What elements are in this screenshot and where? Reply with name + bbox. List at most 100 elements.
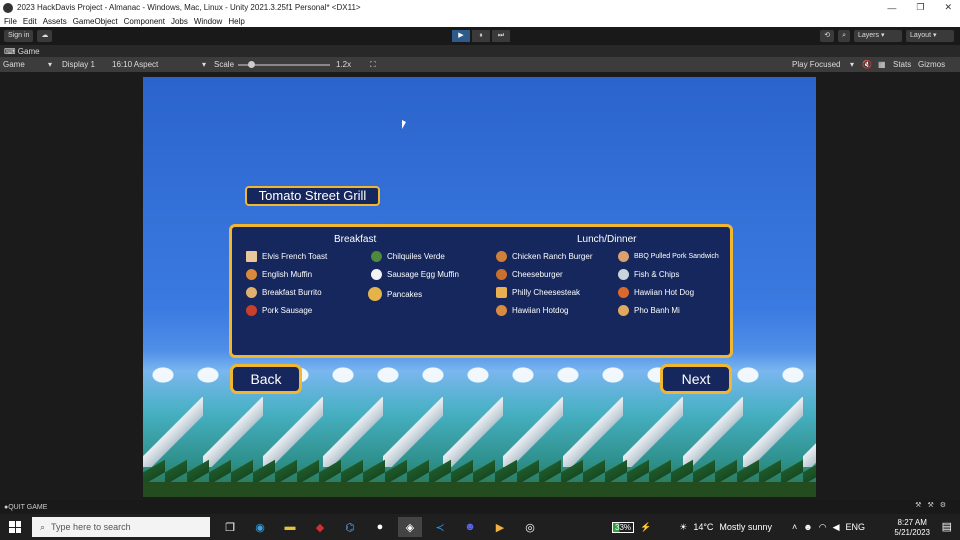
menu-assets[interactable]: Assets bbox=[43, 17, 67, 26]
clock-date: 5/21/2023 bbox=[894, 528, 930, 537]
menu-item[interactable]: English Muffin bbox=[246, 269, 312, 280]
menu-item[interactable]: Cheeseburger bbox=[496, 269, 563, 280]
mcafee-icon[interactable]: ◆ bbox=[308, 517, 332, 537]
banh-mi-icon bbox=[618, 305, 629, 316]
volume-icon[interactable]: ◀ bbox=[833, 522, 840, 533]
cloud-icon[interactable]: ☁ bbox=[37, 30, 53, 42]
menu-item[interactable]: Fish & Chips bbox=[618, 269, 679, 280]
taskbar-search[interactable]: ⌕ Type here to search bbox=[32, 517, 210, 537]
search-placeholder: Type here to search bbox=[51, 522, 131, 532]
menu-item[interactable]: Pho Banh Mi bbox=[618, 305, 680, 316]
ground-layer bbox=[143, 482, 816, 497]
chevron-down-icon: ▾ bbox=[850, 60, 855, 69]
menu-item[interactable]: Chicken Ranch Burger bbox=[496, 251, 592, 262]
layout-dropdown[interactable]: Layout ▾ bbox=[906, 30, 954, 42]
discord-tray-icon[interactable]: ☻ bbox=[803, 522, 812, 532]
chilaquiles-icon bbox=[371, 251, 382, 262]
game-tab[interactable]: ⌨ Game bbox=[4, 47, 40, 56]
media-player-icon[interactable]: ▶ bbox=[488, 517, 512, 537]
stats-button[interactable]: Stats bbox=[893, 60, 911, 69]
edge-icon[interactable]: ◉ bbox=[248, 517, 272, 537]
file-explorer-icon[interactable]: ▬ bbox=[278, 517, 302, 537]
language-indicator[interactable]: ENG bbox=[845, 522, 865, 532]
game-view-controls: Game ▾ Display 1 16:10 Aspect ▾ Scale 1.… bbox=[0, 57, 960, 72]
wifi-icon[interactable]: ◠ bbox=[819, 522, 827, 533]
menu-item[interactable]: Elvis French Toast bbox=[246, 251, 327, 262]
cheeseburger-icon bbox=[496, 269, 507, 280]
menu-item[interactable]: Chilquiles Verde bbox=[371, 251, 445, 262]
chrome-icon[interactable]: ◎ bbox=[518, 517, 542, 537]
minimize-button[interactable]: — bbox=[887, 3, 896, 13]
menu-window[interactable]: Window bbox=[194, 17, 222, 26]
menu-edit[interactable]: Edit bbox=[23, 17, 37, 26]
weather-text[interactable]: Mostly sunny bbox=[719, 522, 772, 532]
menu-item[interactable]: Hawiian Hot Dog bbox=[618, 287, 694, 298]
menu-jobs[interactable]: Jobs bbox=[171, 17, 188, 26]
mute-icon[interactable]: 🔇 bbox=[862, 60, 872, 69]
burger-icon bbox=[496, 251, 507, 262]
menu-component[interactable]: Component bbox=[124, 17, 165, 26]
layers-dropdown[interactable]: Layers ▾ bbox=[854, 30, 902, 42]
unity-taskbar-icon[interactable]: ◈ bbox=[398, 517, 422, 537]
menu-item[interactable]: Hawiian Hotdog bbox=[496, 305, 568, 316]
play-focused-dropdown[interactable]: Play Focused bbox=[792, 60, 840, 69]
crop-icon: ⛶ bbox=[370, 60, 376, 69]
menu-item[interactable]: Pork Sausage bbox=[246, 305, 312, 316]
taskbar-clock[interactable]: 8:27 AM 5/21/2023 bbox=[894, 518, 930, 538]
windows-icon bbox=[9, 521, 21, 533]
menu-help[interactable]: Help bbox=[228, 17, 244, 26]
unity-status-bar: ● QUIT GAME ⚒⚒⚙ bbox=[0, 500, 960, 514]
start-button[interactable] bbox=[0, 514, 30, 540]
chevron-down-icon: ▾ bbox=[202, 60, 207, 69]
notification-icon[interactable]: ▤ bbox=[942, 520, 952, 533]
github-icon[interactable]: ● bbox=[368, 517, 392, 537]
display-dropdown[interactable]: Display 1 bbox=[62, 60, 95, 69]
maximize-button[interactable]: ❐ bbox=[916, 2, 924, 13]
back-button[interactable]: Back bbox=[230, 364, 302, 394]
restaurant-title: Tomato Street Grill bbox=[245, 186, 380, 206]
menu-gameobject[interactable]: GameObject bbox=[73, 17, 118, 26]
task-view-icon[interactable]: ❐ bbox=[218, 517, 242, 537]
play-button[interactable]: ▶ bbox=[452, 30, 470, 42]
burrito-icon bbox=[246, 287, 257, 298]
menu-item[interactable]: BBQ Pulled Pork Sandwich bbox=[618, 251, 719, 262]
temperature[interactable]: 14°C bbox=[693, 522, 713, 532]
status-icons: ⚒⚒⚙ bbox=[915, 502, 952, 509]
sign-in-button[interactable]: Sign in bbox=[4, 30, 34, 42]
vscode-icon[interactable]: ≺ bbox=[428, 517, 452, 537]
menu-item[interactable]: Sausage Egg Muffin bbox=[371, 269, 459, 280]
menu-file[interactable]: File bbox=[4, 17, 17, 26]
cheesesteak-icon bbox=[496, 287, 507, 298]
search-icon[interactable]: ⌕ bbox=[838, 30, 850, 42]
network-tool-icon[interactable]: ⌬ bbox=[338, 517, 362, 537]
scale-label: Scale bbox=[214, 60, 235, 69]
view-dropdown[interactable]: Game bbox=[3, 60, 25, 69]
menu-item[interactable]: Breakfast Burrito bbox=[246, 287, 322, 298]
search-icon: ⌕ bbox=[40, 521, 46, 532]
pancakes-icon bbox=[368, 287, 382, 301]
sandwich-icon bbox=[618, 251, 629, 262]
scale-value: 1.2x bbox=[336, 60, 352, 69]
menu-item[interactable]: Philly Cheesesteak bbox=[496, 287, 580, 298]
window-titlebar: 2023 HackDavis Project - Almanac - Windo… bbox=[0, 0, 960, 15]
history-icon[interactable]: ⟲ bbox=[820, 30, 835, 42]
grid-icon[interactable]: ▦ bbox=[878, 60, 886, 69]
windows-taskbar: ⌕ Type here to search ❐ ◉ ▬ ◆ ⌬ ● ◈ ≺ ☻ … bbox=[0, 514, 960, 540]
close-button[interactable]: ✕ bbox=[944, 2, 952, 13]
console-message[interactable]: QUIT GAME bbox=[8, 504, 47, 511]
aspect-dropdown[interactable]: 16:10 Aspect bbox=[112, 60, 158, 69]
battery-indicator[interactable]: 33% bbox=[612, 521, 635, 533]
breakfast-heading: Breakfast bbox=[334, 234, 377, 245]
menu-item[interactable]: Pancakes bbox=[368, 287, 422, 301]
next-button[interactable]: Next bbox=[660, 364, 732, 394]
scale-slider-handle[interactable] bbox=[248, 61, 255, 68]
scale-slider[interactable] bbox=[238, 61, 330, 68]
main-toolbar: Sign in ☁ ▶ ⏸ ⏭ ⟲ ⌕ Layers ▾ Layout ▾ bbox=[0, 27, 960, 45]
step-button[interactable]: ⏭ bbox=[492, 30, 510, 42]
discord-icon[interactable]: ☻ bbox=[458, 517, 482, 537]
gamepad-icon: ⌨ bbox=[4, 46, 18, 56]
fish-icon bbox=[618, 269, 629, 280]
gizmos-button[interactable]: Gizmos bbox=[918, 60, 945, 69]
chevron-up-icon[interactable]: ˄ bbox=[792, 522, 797, 532]
pause-button[interactable]: ⏸ bbox=[472, 30, 490, 42]
